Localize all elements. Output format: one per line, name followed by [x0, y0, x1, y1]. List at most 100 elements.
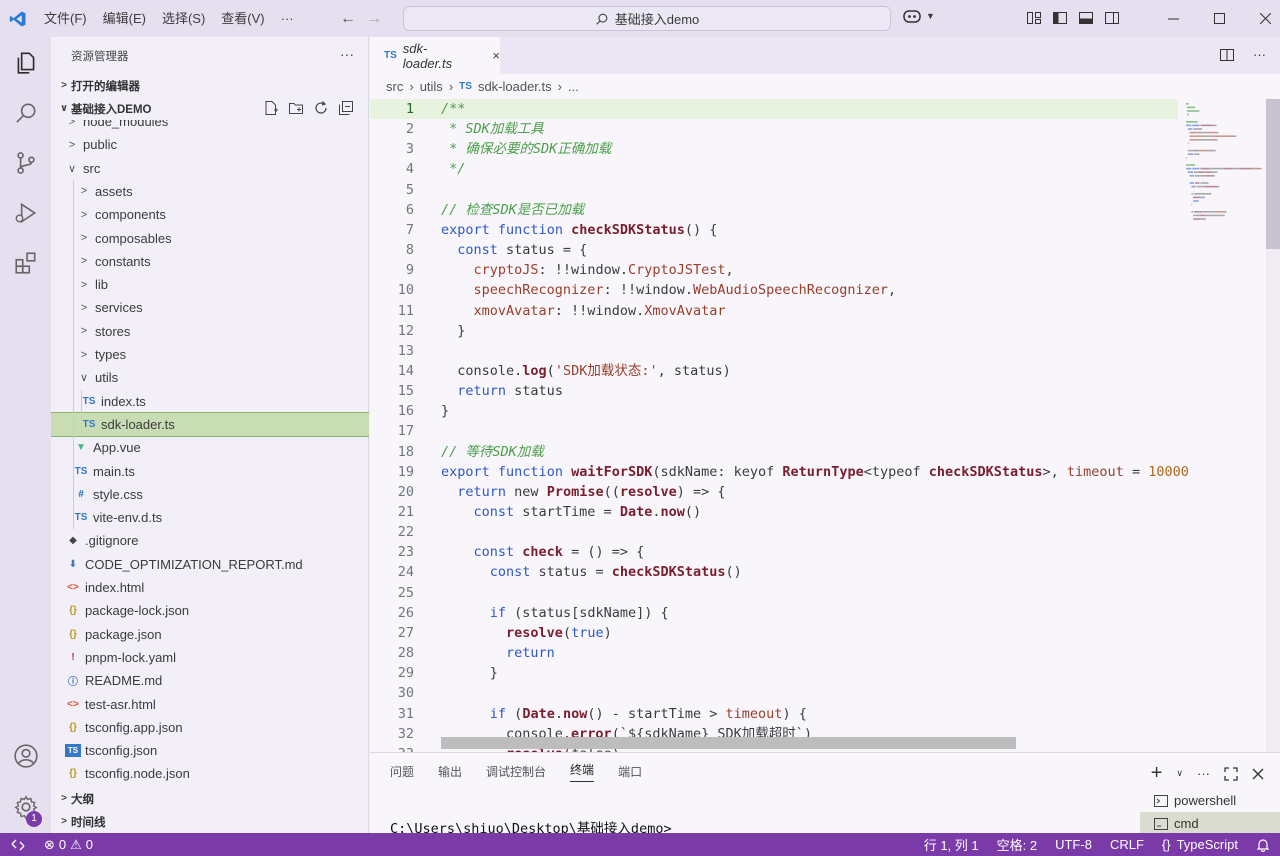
terminal-list: powershell cmd [1140, 789, 1280, 835]
tree-file[interactable]: {} package.json [51, 623, 369, 646]
customize-layout-icon[interactable] [1026, 10, 1042, 26]
accounts-activity[interactable] [0, 732, 51, 780]
toggle-sidebar-icon[interactable] [1052, 10, 1068, 26]
chevron-down-icon[interactable]: ∨ [1176, 768, 1183, 779]
terminal-item-powershell[interactable]: powershell [1140, 789, 1280, 812]
tree-folder[interactable]: ∨ utils [51, 366, 369, 389]
copilot-button[interactable]: ▼ [902, 8, 935, 24]
tree-folder[interactable]: > stores [51, 320, 369, 343]
tree-file[interactable]: TS main.ts [51, 460, 369, 483]
tab-close-button[interactable]: × [492, 48, 500, 63]
tree-folder[interactable]: > assets [51, 180, 369, 203]
code-text: return [441, 643, 555, 663]
menu-selection[interactable]: 选择(S) [154, 0, 213, 37]
tab-sdk-loader[interactable]: TS sdk-loader.ts × [370, 37, 500, 74]
minimap[interactable] [1182, 99, 1266, 752]
language-mode[interactable]: {} TypeScript [1162, 837, 1238, 852]
horizontal-scrollbar[interactable] [441, 737, 1016, 749]
tree-folder[interactable]: > services [51, 296, 369, 319]
code-token: XmovAvatar [644, 302, 726, 319]
code-line: 17 [370, 421, 1178, 441]
command-center-search[interactable]: 基础接入demo [403, 6, 891, 31]
refresh-icon[interactable] [313, 100, 329, 116]
breadcrumb-src[interactable]: src [386, 79, 403, 94]
indentation[interactable]: 空格: 2 [997, 835, 1037, 854]
menu-more[interactable]: ··· [273, 0, 302, 37]
tree-file[interactable]: <> index.html [51, 576, 369, 599]
tree-file[interactable]: <> test-asr.html [51, 693, 369, 716]
line-number: 33 [370, 744, 414, 752]
tree-folder[interactable]: > constants [51, 250, 369, 273]
extensions-activity[interactable] [0, 239, 51, 287]
tree-folder[interactable]: > types [51, 343, 369, 366]
toggle-secondary-sidebar-icon[interactable] [1104, 10, 1120, 26]
tree-file[interactable]: TS vite-env.d.ts [51, 506, 369, 529]
timeline-section[interactable]: > 时间线 [51, 810, 369, 833]
search-activity[interactable] [0, 89, 51, 137]
vertical-scrollbar[interactable] [1266, 99, 1280, 752]
minimize-button[interactable] [1150, 0, 1196, 37]
collapse-all-icon[interactable] [338, 100, 354, 116]
menu-view[interactable]: 查看(V) [213, 0, 272, 37]
source-control-activity[interactable] [0, 139, 51, 187]
tree-file[interactable]: {} tsconfig.app.json [51, 716, 369, 739]
menu-edit[interactable]: 编辑(E) [95, 0, 154, 37]
tree-folder[interactable]: > node_modules [51, 120, 369, 133]
new-folder-icon[interactable] [288, 100, 304, 116]
code-editor[interactable]: 33 resolve(false)32 console.error(`${sdk… [370, 99, 1280, 752]
remote-button[interactable] [0, 833, 36, 856]
split-editor-icon[interactable] [1219, 47, 1235, 63]
cursor-position[interactable]: 行 1, 列 1 [924, 835, 979, 854]
tree-file[interactable]: TS tsconfig.json [51, 739, 369, 762]
tree-file[interactable]: {} package-lock.json [51, 599, 369, 622]
tree-folder[interactable]: > composables [51, 227, 369, 250]
panel-tab[interactable]: 调试控制台 [486, 763, 546, 780]
panel-tab[interactable]: 输出 [438, 763, 462, 780]
tree-file[interactable]: ◆ .gitignore [51, 529, 369, 552]
tree-file[interactable]: TS index.ts [51, 390, 369, 413]
line-ending[interactable]: CRLF [1110, 837, 1144, 852]
maximize-button[interactable] [1196, 0, 1242, 37]
tree-folder[interactable]: > lib [51, 273, 369, 296]
tree-file[interactable]: TS sdk-loader.ts [51, 411, 369, 437]
breadcrumb-utils[interactable]: utils [420, 79, 443, 94]
close-window-button[interactable] [1242, 0, 1280, 37]
notifications-bell-icon[interactable] [1256, 838, 1270, 852]
minimap-mark [1195, 149, 1198, 152]
manage-activity[interactable]: 1 [0, 783, 51, 831]
toggle-panel-icon[interactable] [1078, 10, 1094, 26]
back-arrow-icon[interactable]: ← [340, 10, 356, 28]
tree-folder[interactable]: ∨ src [51, 157, 369, 180]
breadcrumb-file[interactable]: sdk-loader.ts [478, 79, 552, 94]
tree-file[interactable]: ⬇ CODE_OPTIMIZATION_REPORT.md [51, 553, 369, 576]
panel-tab[interactable]: 问题 [390, 763, 414, 780]
tree-folder[interactable]: > components [51, 203, 369, 226]
new-file-icon[interactable] [263, 100, 279, 116]
tree-file[interactable]: ⓘ README.md [51, 669, 369, 692]
maximize-panel-icon[interactable] [1224, 766, 1238, 781]
explorer-activity[interactable] [0, 39, 51, 87]
panel-tab[interactable]: 端口 [618, 763, 642, 780]
open-editors-section[interactable]: > 打开的编辑器 [51, 74, 368, 97]
panel-more-button[interactable]: ··· [1197, 766, 1210, 781]
forward-arrow-icon[interactable]: → [366, 10, 382, 28]
project-section[interactable]: ∨ 基础接入DEMO [51, 97, 368, 120]
new-terminal-button[interactable]: + [1151, 762, 1163, 785]
close-panel-icon[interactable] [1252, 768, 1264, 780]
terminal-item-cmd[interactable]: cmd [1140, 812, 1280, 835]
run-debug-activity[interactable] [0, 189, 51, 237]
tree-file[interactable]: ! pnpm-lock.yaml [51, 646, 369, 669]
menu-file[interactable]: 文件(F) [36, 0, 95, 37]
encoding[interactable]: UTF-8 [1055, 837, 1092, 852]
outline-section[interactable]: > 大纲 [51, 787, 369, 810]
panel-tab[interactable]: 终端 [570, 761, 595, 782]
scrollbar-thumb[interactable] [1266, 99, 1280, 249]
tree-file[interactable]: ▼ App.vue [51, 436, 369, 459]
breadcrumb-symbols[interactable]: ... [568, 79, 579, 94]
problems-status[interactable]: ⊗ 0 ⚠ 0 [36, 837, 93, 853]
editor-more-button[interactable]: ··· [1253, 47, 1266, 63]
explorer-more-button[interactable]: ··· [340, 46, 354, 62]
tree-file[interactable]: # style.css [51, 483, 369, 506]
tree-folder[interactable]: > public [51, 133, 369, 156]
tree-file[interactable]: {} tsconfig.node.json [51, 762, 369, 785]
